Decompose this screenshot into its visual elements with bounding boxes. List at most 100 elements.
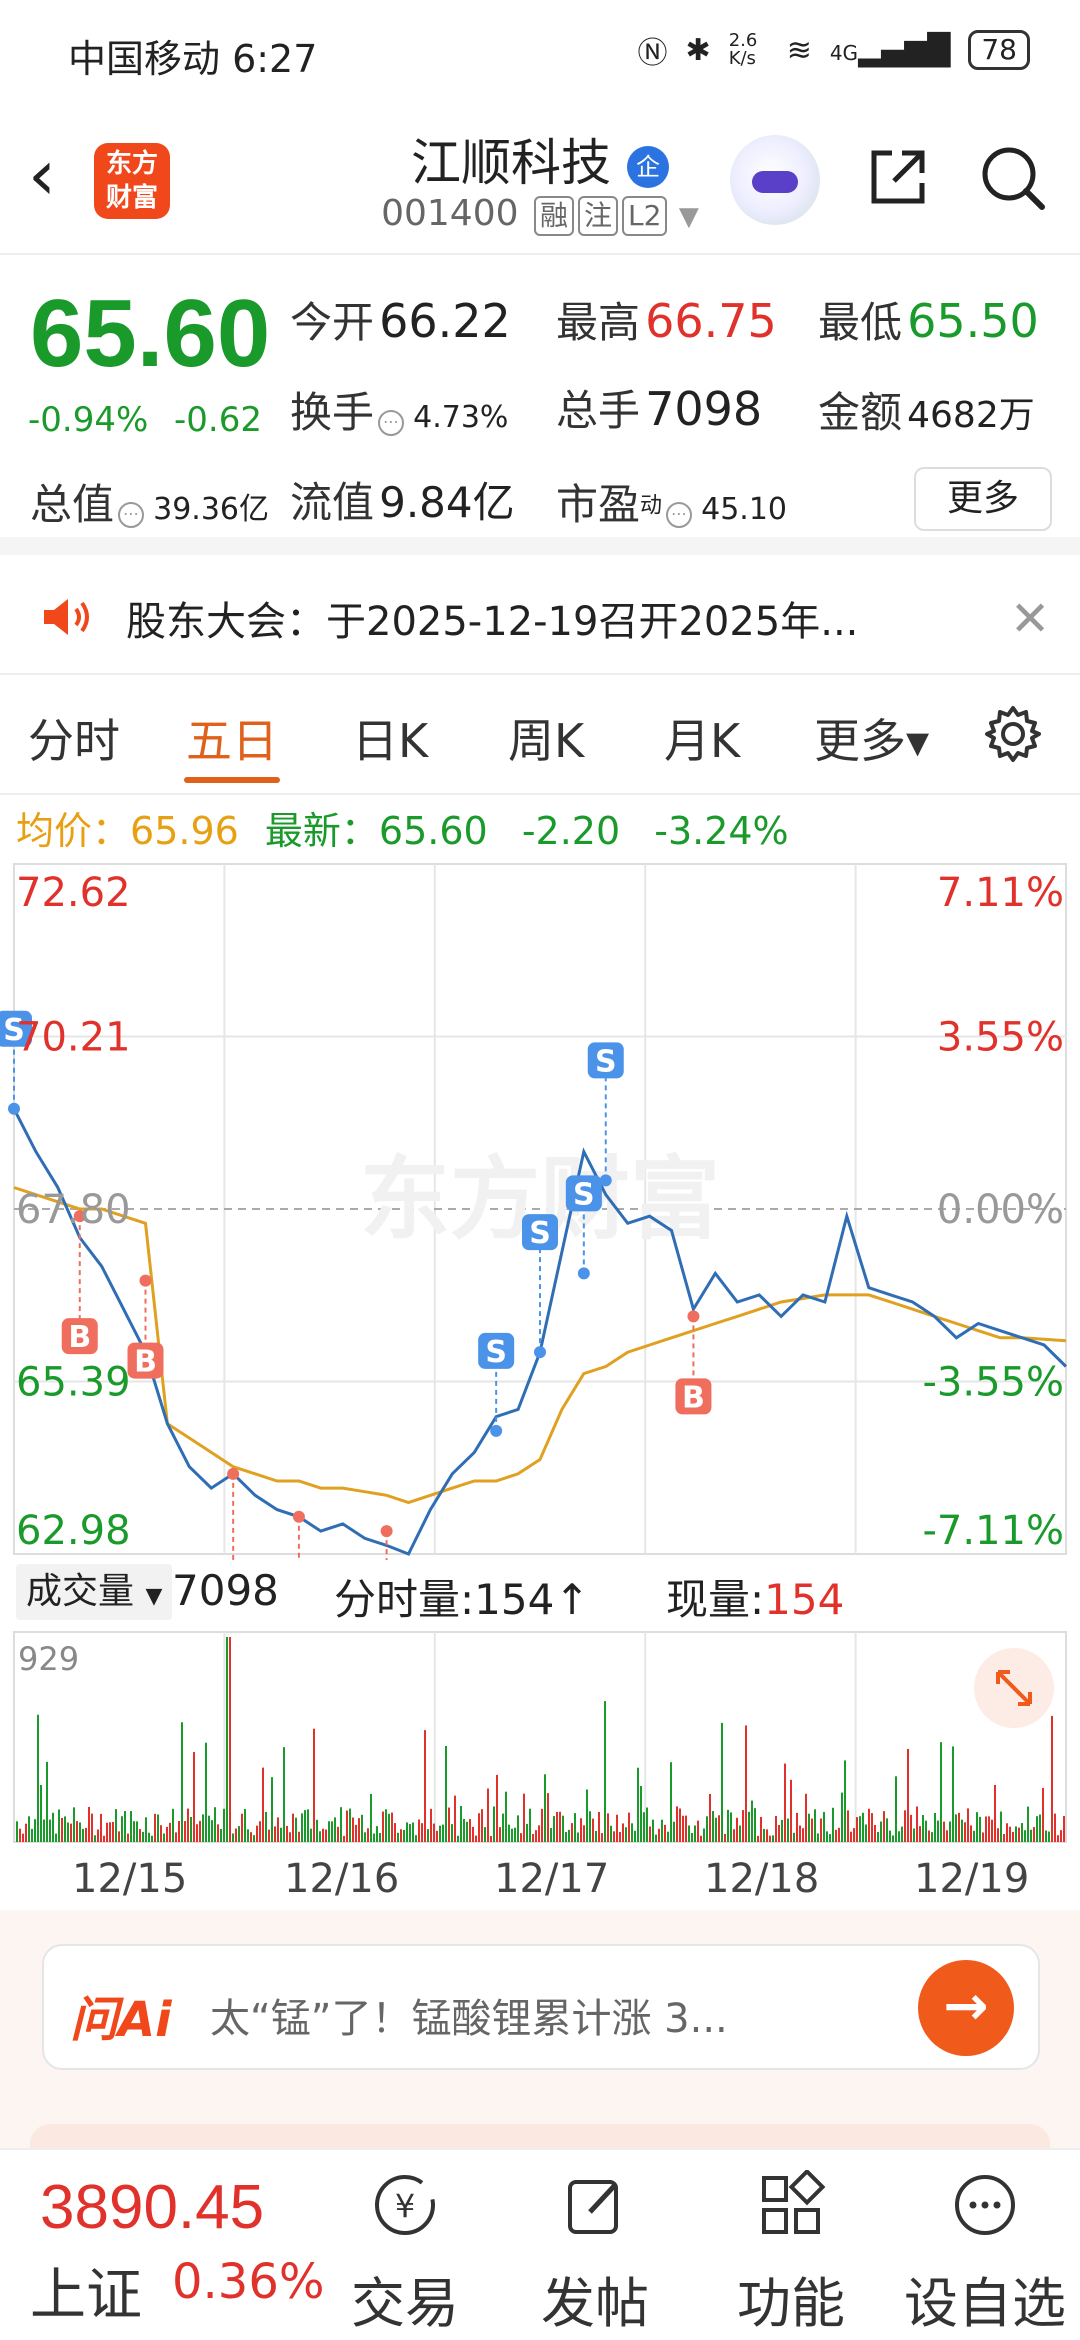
volume-bar bbox=[817, 1833, 819, 1842]
volume-bar bbox=[565, 1831, 567, 1842]
volume-bar bbox=[700, 1835, 702, 1842]
volume-bar bbox=[391, 1812, 393, 1842]
marker-label: B bbox=[134, 1345, 157, 1380]
volume-bars bbox=[16, 1637, 1065, 1842]
marker-dot bbox=[534, 1346, 546, 1359]
marker-label: S bbox=[485, 1335, 507, 1370]
nav-trade[interactable]: ¥ 交易 bbox=[330, 2170, 480, 2338]
marker-label: S bbox=[573, 1177, 595, 1212]
tab-weekly-k[interactable]: 周K bbox=[508, 705, 584, 771]
index-name: 上证 bbox=[30, 2263, 142, 2328]
market-index[interactable]: 3890.45 上证 0.36% bbox=[0, 2150, 330, 2340]
open-field: 今开 66.22 bbox=[290, 289, 511, 350]
volume-bar bbox=[349, 1808, 351, 1842]
nav-post[interactable]: 发帖 bbox=[520, 2170, 670, 2338]
arrow-right-icon[interactable]: → bbox=[918, 1960, 1014, 2056]
volume-chart[interactable]: 929 bbox=[0, 1630, 1080, 1845]
volume-bar bbox=[718, 1815, 720, 1842]
volume-bar bbox=[43, 1819, 45, 1842]
volume-bar bbox=[148, 1832, 150, 1842]
info-icon[interactable]: ⋯ bbox=[378, 409, 405, 436]
volume-bar bbox=[877, 1831, 879, 1842]
volume-bar bbox=[1060, 1830, 1062, 1842]
low-field: 最低 65.50 bbox=[818, 289, 1039, 350]
tab-monthly-k[interactable]: 月K bbox=[664, 705, 740, 771]
volume-bar bbox=[415, 1835, 417, 1842]
tab-five-day[interactable]: 五日 bbox=[186, 705, 278, 771]
volume-bar bbox=[835, 1829, 837, 1842]
volume-bar bbox=[592, 1818, 594, 1842]
nav-add-watchlist[interactable]: 设自选 bbox=[900, 2170, 1070, 2338]
volume-bar bbox=[358, 1818, 360, 1842]
volume-bar bbox=[289, 1832, 291, 1842]
volume-bar bbox=[772, 1835, 774, 1842]
pe-field[interactable]: 市盈动 ⋯ 45.10 bbox=[556, 471, 787, 532]
tab-intraday[interactable]: 分时 bbox=[28, 705, 120, 771]
volume-bar bbox=[436, 1830, 438, 1842]
volume-bar bbox=[265, 1811, 267, 1842]
volume-max-label: 929 bbox=[18, 1640, 79, 1678]
volume-bar bbox=[967, 1808, 969, 1842]
volume-bar bbox=[736, 1817, 738, 1842]
search-icon[interactable] bbox=[978, 143, 1048, 213]
mktcap-field[interactable]: 总值 ⋯ 39.36亿 bbox=[30, 471, 269, 532]
info-icon[interactable]: ⋯ bbox=[118, 501, 145, 528]
volume-bar bbox=[913, 1828, 915, 1842]
volume-bar bbox=[130, 1811, 132, 1842]
volume-value: 7098 bbox=[645, 382, 763, 436]
volume-bar bbox=[448, 1807, 450, 1842]
volume-bar bbox=[292, 1813, 294, 1842]
stock-name-text: 江顺科技 bbox=[411, 134, 612, 192]
volume-bar bbox=[757, 1835, 759, 1842]
info-icon[interactable]: ⋯ bbox=[666, 501, 693, 528]
turnover-field[interactable]: 换手 ⋯ 4.73% bbox=[290, 379, 508, 440]
volume-bar bbox=[658, 1828, 660, 1842]
volume-bar bbox=[379, 1832, 381, 1842]
volume-bar bbox=[364, 1832, 366, 1842]
nav-functions[interactable]: 功能 bbox=[716, 2168, 866, 2338]
volume-bar bbox=[922, 1815, 924, 1842]
volume-bar bbox=[856, 1817, 858, 1842]
volume-bar bbox=[598, 1811, 600, 1842]
volume-bar bbox=[886, 1818, 888, 1842]
close-icon[interactable]: ✕ bbox=[1010, 591, 1050, 647]
volume-bar bbox=[184, 1821, 186, 1842]
volume-bar bbox=[997, 1828, 999, 1842]
tab-more[interactable]: 更多▾ bbox=[814, 705, 929, 771]
volume-bar bbox=[895, 1776, 897, 1842]
share-icon[interactable] bbox=[866, 145, 930, 209]
marker-label: B bbox=[682, 1380, 705, 1415]
volume-bar bbox=[376, 1826, 378, 1842]
notice-bar[interactable]: 股东大会：于2025-12-19召开2025年... ✕ bbox=[0, 555, 1080, 675]
more-quote-button[interactable]: 更多 bbox=[914, 467, 1052, 531]
volume-bar bbox=[220, 1829, 222, 1842]
volume-bar bbox=[181, 1722, 183, 1842]
volume-bar bbox=[307, 1809, 309, 1842]
volume-bar bbox=[406, 1822, 408, 1842]
volume-bar bbox=[589, 1811, 591, 1842]
gear-icon[interactable] bbox=[984, 705, 1042, 763]
volume-bar bbox=[916, 1806, 918, 1842]
volume-bar bbox=[271, 1777, 273, 1842]
volume-label: 总手 bbox=[556, 386, 641, 435]
volume-bar bbox=[466, 1821, 468, 1842]
marker-dot bbox=[292, 1510, 305, 1523]
volume-bar bbox=[172, 1808, 174, 1842]
five-day-price-chart[interactable]: 东方财富 SBBBBBSSSSB 72.627.11%70.213.55%67.… bbox=[0, 860, 1080, 1560]
nav-label: 交易 bbox=[351, 2272, 459, 2335]
marker-dot bbox=[599, 1174, 612, 1187]
volume-bar bbox=[697, 1820, 699, 1842]
date-label: 12/17 bbox=[494, 1856, 610, 1902]
volume-bar bbox=[124, 1811, 126, 1842]
volume-indicator-select[interactable]: 成交量 ▼ bbox=[16, 1564, 173, 1620]
ai-robot-avatar[interactable] bbox=[730, 135, 820, 225]
volume-bar bbox=[97, 1829, 99, 1842]
volume-bar bbox=[70, 1823, 72, 1842]
volume-bar bbox=[976, 1812, 978, 1842]
expand-chart-button[interactable] bbox=[974, 1648, 1054, 1728]
volume-bar bbox=[925, 1820, 927, 1842]
volume-bar bbox=[790, 1779, 792, 1842]
ai-ask-bar[interactable]: 问Ai 太“锰”了！锰酸锂累计涨 3... → bbox=[42, 1944, 1040, 2070]
tab-daily-k[interactable]: 日K bbox=[352, 705, 428, 771]
volume-bar bbox=[1057, 1835, 1059, 1842]
